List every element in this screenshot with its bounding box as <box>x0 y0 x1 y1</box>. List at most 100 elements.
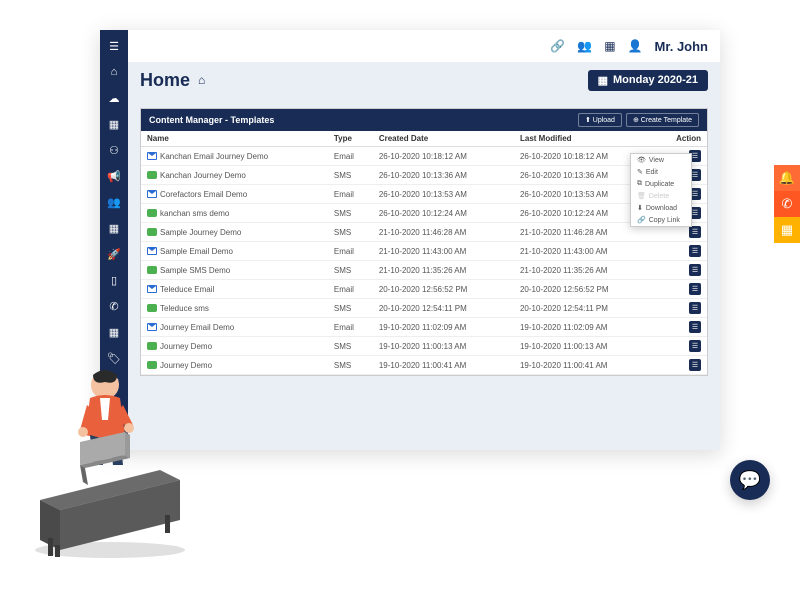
row-created: 21-10-2020 11:46:28 AM <box>373 223 514 242</box>
sms-icon <box>147 304 157 312</box>
table-row[interactable]: Sample Journey Demo SMS 21-10-2020 11:46… <box>141 223 707 242</box>
page-title: Home <box>140 70 190 91</box>
content-panel: Content Manager - Templates ⬆ Upload ⊕ C… <box>140 108 708 376</box>
row-name: Teleduce Email <box>160 285 214 294</box>
row-action-button[interactable]: ☰ <box>689 245 701 257</box>
user-name[interactable]: Mr. John <box>655 39 708 54</box>
row-modified: 20-10-2020 12:54:11 PM <box>514 299 655 318</box>
row-modified: 19-10-2020 11:00:13 AM <box>514 337 655 356</box>
col-created[interactable]: Created Date <box>373 131 514 147</box>
row-type: SMS <box>328 204 373 223</box>
sitemap-icon[interactable]: ⚇ <box>106 142 122 158</box>
row-type: Email <box>328 147 373 166</box>
panel-title: Content Manager - Templates <box>149 115 274 125</box>
row-name: Sample SMS Demo <box>160 266 230 275</box>
row-action-button[interactable]: ☰ <box>689 302 701 314</box>
row-action-button[interactable]: ☰ <box>689 264 701 276</box>
date-text: Monday 2020-21 <box>613 74 698 86</box>
upload-button[interactable]: ⬆ Upload <box>578 113 622 127</box>
create-template-button[interactable]: ⊕ Create Template <box>626 113 699 127</box>
table-row[interactable]: kanchan sms demo SMS 26-10-2020 10:12:24… <box>141 204 707 223</box>
table-row[interactable]: Teleduce Email Email 20-10-2020 12:56:52… <box>141 280 707 299</box>
users-icon[interactable]: 👥 <box>106 194 122 210</box>
row-name: Sample Email Demo <box>160 247 233 256</box>
sms-icon <box>147 209 157 217</box>
apps-icon[interactable]: ▦ <box>106 324 122 340</box>
row-modified: 21-10-2020 11:43:00 AM <box>514 242 655 261</box>
row-name: Kanchan Journey Demo <box>160 171 246 180</box>
user-icon[interactable]: 👤 <box>628 39 643 53</box>
table-row[interactable]: Sample Email Demo Email 21-10-2020 11:43… <box>141 242 707 261</box>
row-created: 26-10-2020 10:13:36 AM <box>373 166 514 185</box>
col-type[interactable]: Type <box>328 131 373 147</box>
megaphone-icon[interactable]: 📢 <box>106 168 122 184</box>
date-badge[interactable]: ▦ Monday 2020-21 <box>588 70 708 91</box>
menu-toggle-icon[interactable]: ☰ <box>106 38 122 54</box>
table-row[interactable]: Teleduce sms SMS 20-10-2020 12:54:11 PM … <box>141 299 707 318</box>
row-name: kanchan sms demo <box>160 209 229 218</box>
row-action-button[interactable]: ☰ <box>689 226 701 238</box>
row-type: SMS <box>328 299 373 318</box>
home-icon[interactable]: ⌂ <box>106 64 122 80</box>
table-row[interactable]: Kanchan Email Journey Demo Email 26-10-2… <box>141 147 707 166</box>
chat-fab[interactable]: 💬 <box>730 460 770 500</box>
row-created: 26-10-2020 10:13:53 AM <box>373 185 514 204</box>
col-name[interactable]: Name <box>141 131 328 147</box>
menu-edit[interactable]: ✎ Edit <box>631 166 691 178</box>
menu-download[interactable]: ⬇ Download <box>631 202 691 214</box>
grid-icon[interactable]: ▦ <box>106 220 122 236</box>
row-action-button[interactable]: ☰ <box>689 359 701 371</box>
calendar-small-icon: ▦ <box>598 74 608 87</box>
menu-duplicate[interactable]: ⧉ Duplicate <box>631 178 691 190</box>
row-type: Email <box>328 242 373 261</box>
row-created: 21-10-2020 11:43:00 AM <box>373 242 514 261</box>
main-area: 🔗 👥 ▦ 👤 Mr. John Home ⌂ ▦ Monday 2020-21… <box>128 30 720 450</box>
table-row[interactable]: Kanchan Journey Demo SMS 26-10-2020 10:1… <box>141 166 707 185</box>
menu-copy-link[interactable]: 🔗 Copy Link <box>631 214 691 226</box>
rocket-icon[interactable]: 🚀 <box>106 246 122 262</box>
menu-view[interactable]: 👁 View <box>631 154 691 166</box>
mobile-icon[interactable]: ▯ <box>106 272 122 288</box>
calendar-icon[interactable]: ▦ <box>106 116 122 132</box>
cloud-icon[interactable]: ☁ <box>106 90 122 106</box>
link-icon[interactable]: 🔗 <box>550 39 565 53</box>
templates-table: Name Type Created Date Last Modified Act… <box>141 131 707 375</box>
grid-topbar-icon[interactable]: ▦ <box>604 39 615 53</box>
row-type: SMS <box>328 356 373 375</box>
row-created: 20-10-2020 12:54:11 PM <box>373 299 514 318</box>
row-action-button[interactable]: ☰ <box>689 321 701 333</box>
side-tab-notification-icon[interactable]: 🔔 <box>774 165 800 191</box>
sms-icon <box>147 228 157 236</box>
side-tab-grid-icon[interactable]: ▦ <box>774 217 800 243</box>
row-type: SMS <box>328 261 373 280</box>
col-modified[interactable]: Last Modified <box>514 131 655 147</box>
table-row[interactable]: Corefactors Email Demo Email 26-10-2020 … <box>141 185 707 204</box>
row-name: Teleduce sms <box>160 304 209 313</box>
content-area: Content Manager - Templates ⬆ Upload ⊕ C… <box>128 98 720 450</box>
row-action-button[interactable]: ☰ <box>689 283 701 295</box>
email-icon <box>147 190 157 198</box>
home-breadcrumb-icon[interactable]: ⌂ <box>198 73 205 87</box>
row-modified: 19-10-2020 11:02:09 AM <box>514 318 655 337</box>
phone-icon[interactable]: ✆ <box>106 298 122 314</box>
row-created: 19-10-2020 11:00:41 AM <box>373 356 514 375</box>
context-menu: 👁 View ✎ Edit ⧉ Duplicate 🗑 Delete ⬇ Dow… <box>630 153 692 227</box>
row-created: 20-10-2020 12:56:52 PM <box>373 280 514 299</box>
users-topbar-icon[interactable]: 👥 <box>577 39 592 53</box>
side-tab-phone-icon[interactable]: ✆ <box>774 191 800 217</box>
sms-icon <box>147 266 157 274</box>
table-row[interactable]: Journey Email Demo Email 19-10-2020 11:0… <box>141 318 707 337</box>
table-row[interactable]: Sample SMS Demo SMS 21-10-2020 11:35:26 … <box>141 261 707 280</box>
side-tabs: 🔔 ✆ ▦ <box>774 165 800 243</box>
row-modified: 21-10-2020 11:35:26 AM <box>514 261 655 280</box>
row-name: Corefactors Email Demo <box>160 190 247 199</box>
person-illustration <box>20 340 200 560</box>
row-modified: 20-10-2020 12:56:52 PM <box>514 280 655 299</box>
row-name: Kanchan Email Journey Demo <box>160 152 268 161</box>
row-name: Sample Journey Demo <box>160 228 241 237</box>
row-created: 26-10-2020 10:12:24 AM <box>373 204 514 223</box>
table-row[interactable]: Journey Demo SMS 19-10-2020 11:00:41 AM … <box>141 356 707 375</box>
row-action-button[interactable]: ☰ <box>689 340 701 352</box>
row-type: SMS <box>328 166 373 185</box>
table-row[interactable]: Journey Demo SMS 19-10-2020 11:00:13 AM … <box>141 337 707 356</box>
